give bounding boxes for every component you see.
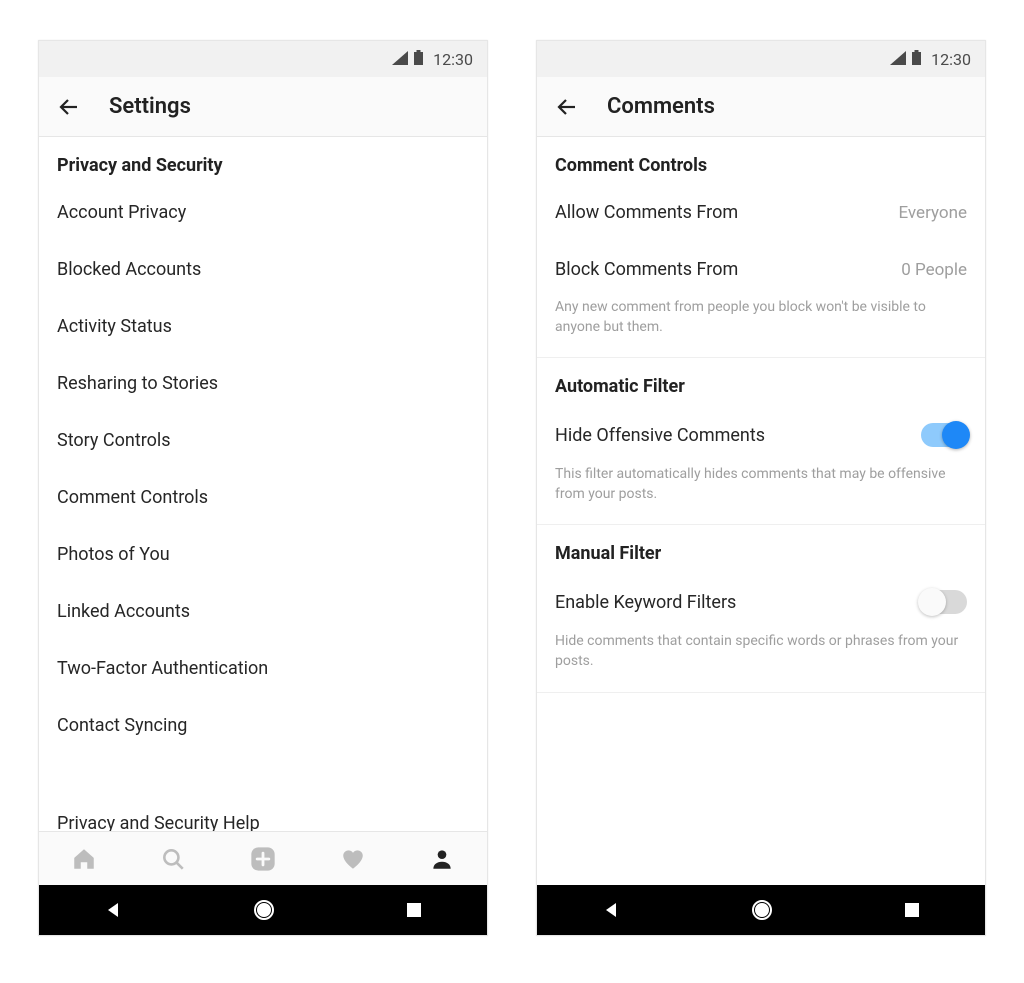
settings-item-resharing-stories[interactable]: Resharing to Stories [39,355,487,412]
nav-back-icon[interactable] [104,901,122,919]
block-helper-text: Any new comment from people you block wo… [537,298,985,357]
status-bar: 12:30 [537,41,985,77]
settings-content: Privacy and Security Account Privacy Blo… [39,137,487,831]
battery-icon [414,50,423,69]
enable-helper-text: Hide comments that contain specific word… [537,632,985,691]
section-title-privacy: Privacy and Security [39,137,487,184]
signal-icon [392,50,408,69]
signal-icon [890,50,906,69]
settings-item-photos-of-you[interactable]: Photos of You [39,526,487,583]
status-bar: 12:30 [39,41,487,77]
profile-icon[interactable] [429,846,455,872]
row-label: Allow Comments From [555,202,738,223]
tab-bar [39,831,487,885]
row-value: Everyone [898,203,967,223]
row-label: Enable Keyword Filters [555,592,736,613]
status-time: 12:30 [931,50,971,69]
section-title-manual-filter: Manual Filter [537,525,985,572]
settings-item-contact-syncing[interactable]: Contact Syncing [39,697,487,754]
phone-comments: 12:30 Comments Comment Controls Allow Co… [536,40,986,936]
divider [537,692,985,693]
search-icon[interactable] [160,846,186,872]
app-header: Comments [537,77,985,137]
row-block-comments[interactable]: Block Comments From 0 People [537,241,985,298]
settings-item-privacy-help[interactable]: Privacy and Security Help [39,803,487,831]
app-header: Settings [39,77,487,137]
settings-item-story-controls[interactable]: Story Controls [39,412,487,469]
row-label: Hide Offensive Comments [555,425,765,446]
home-icon[interactable] [71,846,97,872]
nav-home-icon[interactable] [751,899,773,921]
nav-home-icon[interactable] [253,899,275,921]
settings-item-account-privacy[interactable]: Account Privacy [39,184,487,241]
status-time: 12:30 [433,50,473,69]
row-label: Block Comments From [555,259,738,280]
phone-settings: 12:30 Settings Privacy and Security Acco… [38,40,488,936]
hide-helper-text: This filter automatically hides comments… [537,465,985,524]
nav-recent-icon[interactable] [904,902,920,918]
add-post-icon[interactable] [249,845,277,873]
settings-item-activity-status[interactable]: Activity Status [39,298,487,355]
row-hide-offensive: Hide Offensive Comments [537,405,985,465]
battery-icon [912,50,921,69]
section-title-comment-controls: Comment Controls [537,137,985,184]
toggle-enable-keyword[interactable] [921,590,967,614]
back-icon[interactable] [57,95,81,119]
toggle-hide-offensive[interactable] [921,423,967,447]
heart-icon[interactable] [340,846,366,872]
section-title-automatic-filter: Automatic Filter [537,358,985,405]
android-nav [39,885,487,935]
android-nav [537,885,985,935]
back-icon[interactable] [555,95,579,119]
row-value: 0 People [901,260,967,280]
row-enable-keyword: Enable Keyword Filters [537,572,985,632]
settings-item-comment-controls[interactable]: Comment Controls [39,469,487,526]
row-allow-comments[interactable]: Allow Comments From Everyone [537,184,985,241]
nav-recent-icon[interactable] [406,902,422,918]
comments-content: Comment Controls Allow Comments From Eve… [537,137,985,885]
settings-item-linked-accounts[interactable]: Linked Accounts [39,583,487,640]
page-title: Comments [607,94,715,119]
nav-back-icon[interactable] [602,901,620,919]
page-title: Settings [109,94,191,119]
settings-item-two-factor[interactable]: Two-Factor Authentication [39,640,487,697]
settings-item-blocked-accounts[interactable]: Blocked Accounts [39,241,487,298]
